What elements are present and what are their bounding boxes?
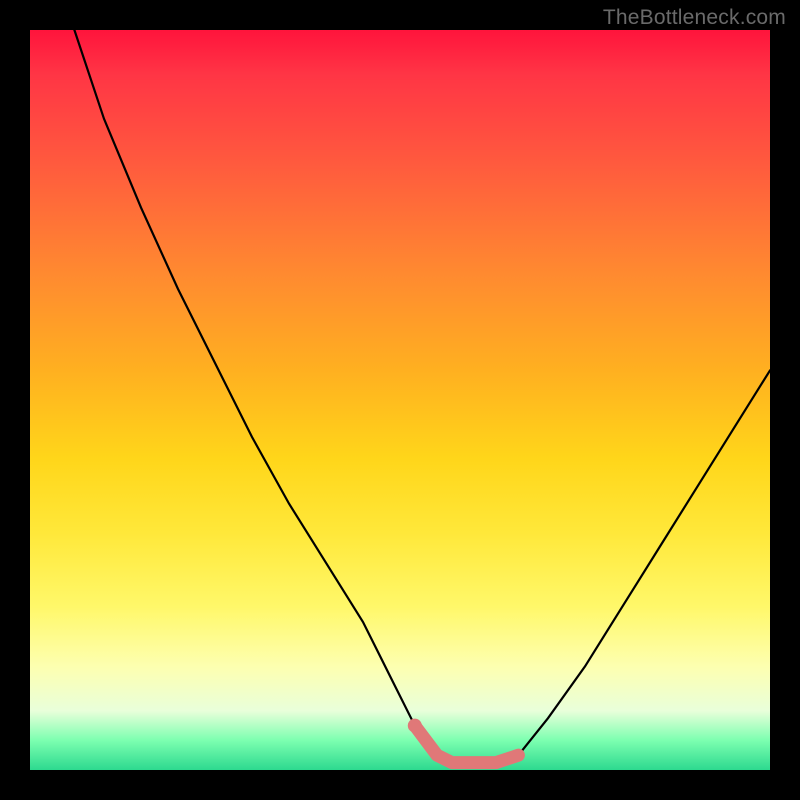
- chart-frame: TheBottleneck.com: [0, 0, 800, 800]
- curve-layer: [30, 30, 770, 770]
- bottleneck-curve-path: [74, 30, 770, 763]
- optimum-band-path: [415, 726, 519, 763]
- watermark-text: TheBottleneck.com: [603, 6, 786, 30]
- optimum-start-dot: [408, 719, 422, 733]
